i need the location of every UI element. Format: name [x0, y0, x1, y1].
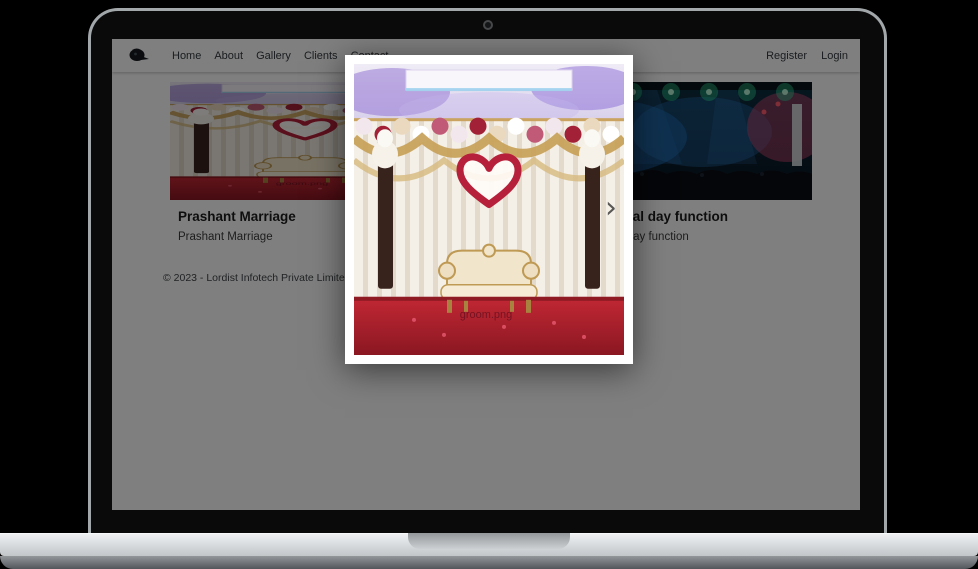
laptop-base-edge [0, 556, 978, 569]
laptop-screen: Home About Gallery Clients Contact Regis… [112, 39, 860, 510]
lightbox-image [354, 64, 624, 355]
laptop-mockup: { "navbar": { "brand_icon": "bird-logo-i… [0, 0, 978, 569]
lightbox-next-button[interactable]: › [605, 193, 617, 223]
lightbox-modal: › [345, 55, 633, 364]
webcam-icon [482, 20, 493, 30]
laptop-lid-notch [408, 533, 570, 549]
laptop-lid: Home About Gallery Clients Contact Regis… [88, 8, 887, 533]
